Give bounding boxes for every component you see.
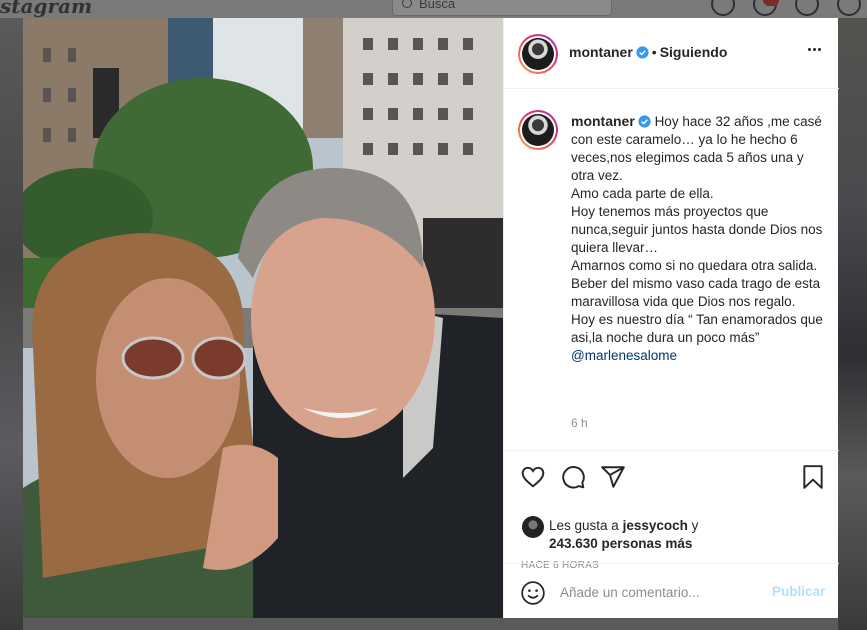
comment-input[interactable] <box>560 581 760 603</box>
background-feed-bottom <box>23 618 838 630</box>
background-feed-left <box>0 18 23 630</box>
emoji-icon[interactable] <box>520 580 546 606</box>
liker-avatar[interactable] <box>522 516 544 538</box>
background-top-bar: stagram Busca <box>0 0 867 18</box>
share-icon[interactable] <box>600 464 626 490</box>
author-avatar[interactable] <box>518 34 558 74</box>
home-icon[interactable] <box>711 0 735 16</box>
search-bar[interactable]: Busca <box>392 0 612 16</box>
verified-badge-icon <box>636 46 649 59</box>
bookmark-icon[interactable] <box>800 464 826 490</box>
top-nav-icons <box>711 0 867 16</box>
heart-icon[interactable] <box>520 464 546 490</box>
verified-badge-icon <box>638 115 651 128</box>
likes-count[interactable]: 243.630 personas más <box>549 536 692 551</box>
following-button[interactable]: Siguiendo <box>660 44 728 60</box>
caption-avatar[interactable] <box>518 110 558 150</box>
caption-section: montaner Hoy hace 32 años ,me casé con e… <box>504 90 839 450</box>
post-photo[interactable] <box>23 18 503 618</box>
author-line: montaner • Siguiendo <box>569 44 727 62</box>
comment-icon[interactable] <box>560 464 586 490</box>
photo-illustration <box>23 18 503 618</box>
background-feed-right <box>838 18 867 630</box>
caption-time: 6 h <box>571 416 588 430</box>
liker-username[interactable]: jessycoch <box>623 518 688 533</box>
search-placeholder: Busca <box>419 0 456 11</box>
caption-body: Hoy hace 32 años ,me casé con este caram… <box>571 114 823 345</box>
publish-button[interactable]: Publicar <box>772 584 825 599</box>
more-options-icon[interactable] <box>808 48 821 51</box>
separator-dot: • <box>651 44 657 60</box>
likes-connector: y <box>691 518 699 533</box>
caption-username[interactable]: montaner <box>571 113 635 129</box>
caption-text: montaner Hoy hace 32 años ,me casé con e… <box>571 112 826 365</box>
instagram-logo[interactable]: stagram <box>0 0 92 18</box>
post-details-panel: montaner • Siguiendo montaner Hoy hace 32 … <box>503 18 839 618</box>
activity-heart-icon[interactable] <box>837 0 861 16</box>
mention-link[interactable]: @marlenesalome <box>571 348 677 363</box>
likes-summary: Les gusta a jessycoch y 243.630 personas… <box>549 517 698 553</box>
post-header: montaner • Siguiendo <box>504 18 839 89</box>
comment-composer: Publicar <box>504 563 839 618</box>
explore-icon[interactable] <box>795 0 819 16</box>
likes-prefix: Les gusta a <box>549 518 619 533</box>
author-username[interactable]: montaner <box>569 44 633 60</box>
search-icon <box>402 0 412 8</box>
